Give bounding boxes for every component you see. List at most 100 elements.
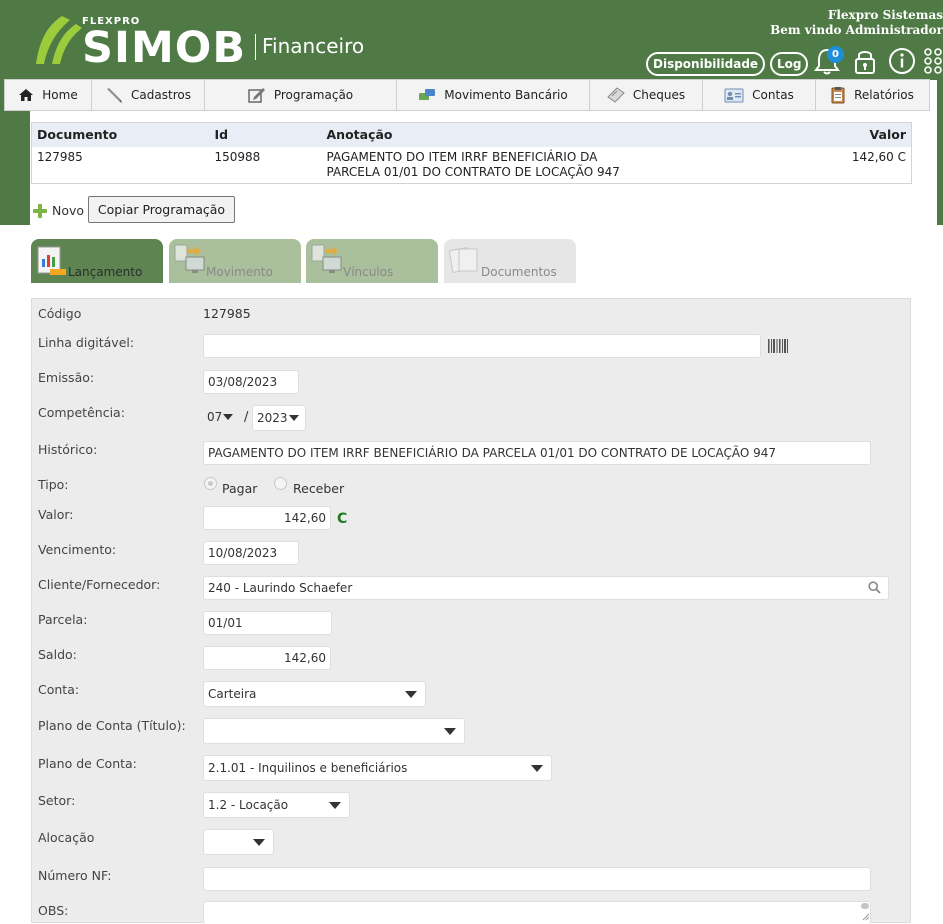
- emissao-label: Emissão:: [38, 370, 95, 385]
- chevron-down-icon: [405, 691, 417, 698]
- col-valor: Valor: [801, 122, 912, 147]
- numero-nf-input[interactable]: [203, 867, 871, 891]
- nav-cheques[interactable]: Cheques: [590, 80, 703, 110]
- setor-select[interactable]: 1.2 - Locação: [203, 792, 350, 818]
- nav-programacao[interactable]: Programação: [205, 80, 397, 110]
- cell-documento: 127985: [37, 149, 83, 164]
- main-nav: Home Cadastros Programação Movimento Ban…: [4, 79, 930, 111]
- disponibilidade-button[interactable]: Disponibilidade: [646, 52, 766, 76]
- nav-cadastros-label: Cadastros: [131, 88, 191, 102]
- tab-movimento[interactable]: Movimento: [169, 239, 301, 283]
- scrollbar-handle-icon[interactable]: [859, 902, 871, 922]
- tab-documentos-label: Documentos: [481, 265, 557, 279]
- chevron-down-icon: [253, 839, 265, 846]
- alocacao-select[interactable]: [203, 829, 274, 855]
- company-info: Flexpro Sistemas Bem vindo Administrador: [770, 8, 943, 38]
- cell-anotacao: PAGAMENTO DO ITEM IRRF BENEFICIÁRIO DA P…: [326, 149, 620, 179]
- conta-select[interactable]: Carteira: [203, 681, 426, 707]
- chart-document-icon: [37, 246, 66, 275]
- documents-icon: [449, 247, 478, 273]
- nav-relatorios-label: Relatórios: [854, 88, 914, 102]
- tab-vinculos[interactable]: Vínculos: [306, 239, 438, 283]
- company-name: Flexpro Sistemas: [827, 8, 943, 22]
- plano-conta-label: Plano de Conta:: [38, 756, 137, 771]
- plano-conta-value: 2.1.01 - Inquilinos e beneficiários: [208, 761, 408, 775]
- plano-titulo-label: Plano de Conta (Título):: [38, 718, 186, 733]
- home-icon: [19, 89, 34, 101]
- grid-menu-icon[interactable]: [922, 46, 943, 76]
- obs-textarea[interactable]: [203, 901, 871, 924]
- saldo-label: Saldo:: [38, 647, 77, 662]
- notification-badge: 0: [827, 46, 844, 63]
- nav-programacao-label: Programação: [273, 88, 354, 102]
- valor-label: Valor:: [38, 507, 74, 522]
- side-strip-right: [937, 80, 943, 225]
- link-transfer-icon: [311, 244, 342, 273]
- table-row: 127985 150988 PAGAMENTO DO ITEM IRRF BEN…: [32, 147, 912, 184]
- conta-label: Conta:: [38, 682, 80, 697]
- saldo-input[interactable]: 142,60: [203, 646, 331, 670]
- plano-conta-select[interactable]: 2.1.01 - Inquilinos e beneficiários: [203, 755, 552, 781]
- nav-cheques-label: Cheques: [632, 88, 686, 102]
- barcode-icon[interactable]: [768, 339, 788, 353]
- search-icon[interactable]: [868, 581, 881, 594]
- plano-titulo-select[interactable]: [203, 718, 465, 744]
- nav-contas-label: Contas: [752, 88, 794, 102]
- chevron-down-icon: [329, 802, 341, 809]
- nav-movimento-bancario[interactable]: Movimento Bancário: [397, 80, 590, 110]
- nav-contas[interactable]: Contas: [703, 80, 816, 110]
- competencia-month-select[interactable]: 07: [203, 405, 241, 431]
- info-icon[interactable]: [887, 46, 917, 76]
- plus-icon: [33, 203, 47, 218]
- logo-module-text: Financeiro: [262, 34, 365, 58]
- table-header-row: Documento Id Anotação Valor: [31, 122, 912, 147]
- nav-home[interactable]: Home: [5, 80, 92, 110]
- valor-indicator: C: [337, 511, 348, 527]
- money-icon: [419, 89, 436, 100]
- tab-lancamento[interactable]: Lançamento: [31, 239, 163, 283]
- conta-value: Carteira: [208, 687, 257, 701]
- edit-icon: [248, 88, 265, 103]
- historico-input[interactable]: PAGAMENTO DO ITEM IRRF BENEFICIÁRIO DA P…: [203, 441, 871, 465]
- vencimento-label: Vencimento:: [38, 542, 117, 557]
- copiar-programacao-button[interactable]: Copiar Programação: [88, 196, 235, 223]
- document-summary-table: Documento Id Anotação Valor 127985 15098…: [31, 122, 912, 184]
- flexpro-logo-icon: [36, 16, 82, 64]
- emissao-input[interactable]: 03/08/2023: [203, 370, 299, 394]
- vencimento-input[interactable]: 10/08/2023: [203, 541, 299, 565]
- linha-digitavel-input[interactable]: [203, 334, 761, 358]
- nav-cadastros[interactable]: Cadastros: [92, 80, 205, 110]
- tipo-label: Tipo:: [38, 477, 69, 492]
- tab-vinculos-label: Vínculos: [343, 265, 394, 279]
- chevron-down-icon: [531, 765, 543, 772]
- linha-digitavel-label: Linha digitável:: [38, 335, 135, 350]
- competencia-year-select[interactable]: 2023: [252, 405, 306, 431]
- log-button[interactable]: Log: [770, 52, 809, 76]
- logo-simob-text: SIMOB: [82, 23, 247, 73]
- cliente-input[interactable]: 240 - Laurindo Schaefer: [203, 576, 889, 600]
- chevron-down-icon: [444, 728, 456, 735]
- lock-icon[interactable]: [850, 46, 880, 76]
- app-header: FLEXPRO SIMOB Financeiro Flexpro Sistema…: [0, 0, 943, 80]
- novo-label: Novo: [52, 203, 85, 218]
- obs-label: OBS:: [38, 903, 69, 918]
- tipo-receber-radio[interactable]: [274, 477, 287, 490]
- pencil-icon: [107, 88, 123, 103]
- cheque-icon: [607, 87, 625, 103]
- parcela-input[interactable]: 01/01: [203, 611, 332, 635]
- cliente-label: Cliente/Fornecedor:: [38, 577, 161, 592]
- tab-documentos[interactable]: Documentos: [444, 239, 576, 283]
- tipo-pagar-radio[interactable]: [204, 477, 217, 490]
- contacts-icon: [724, 88, 744, 103]
- nav-movimento-label: Movimento Bancário: [444, 88, 568, 102]
- nav-home-label: Home: [42, 88, 78, 102]
- logo-divider: [255, 34, 256, 60]
- valor-input[interactable]: 142,60: [203, 506, 331, 530]
- col-id: Id: [209, 122, 322, 147]
- alocacao-label: Alocação: [38, 830, 95, 845]
- numero-nf-label: Número NF:: [38, 868, 112, 883]
- nav-relatorios[interactable]: Relatórios: [816, 80, 928, 110]
- novo-button[interactable]: Novo: [33, 203, 84, 218]
- codigo-value: 127985: [203, 306, 251, 321]
- tab-lancamento-label: Lançamento: [68, 265, 143, 279]
